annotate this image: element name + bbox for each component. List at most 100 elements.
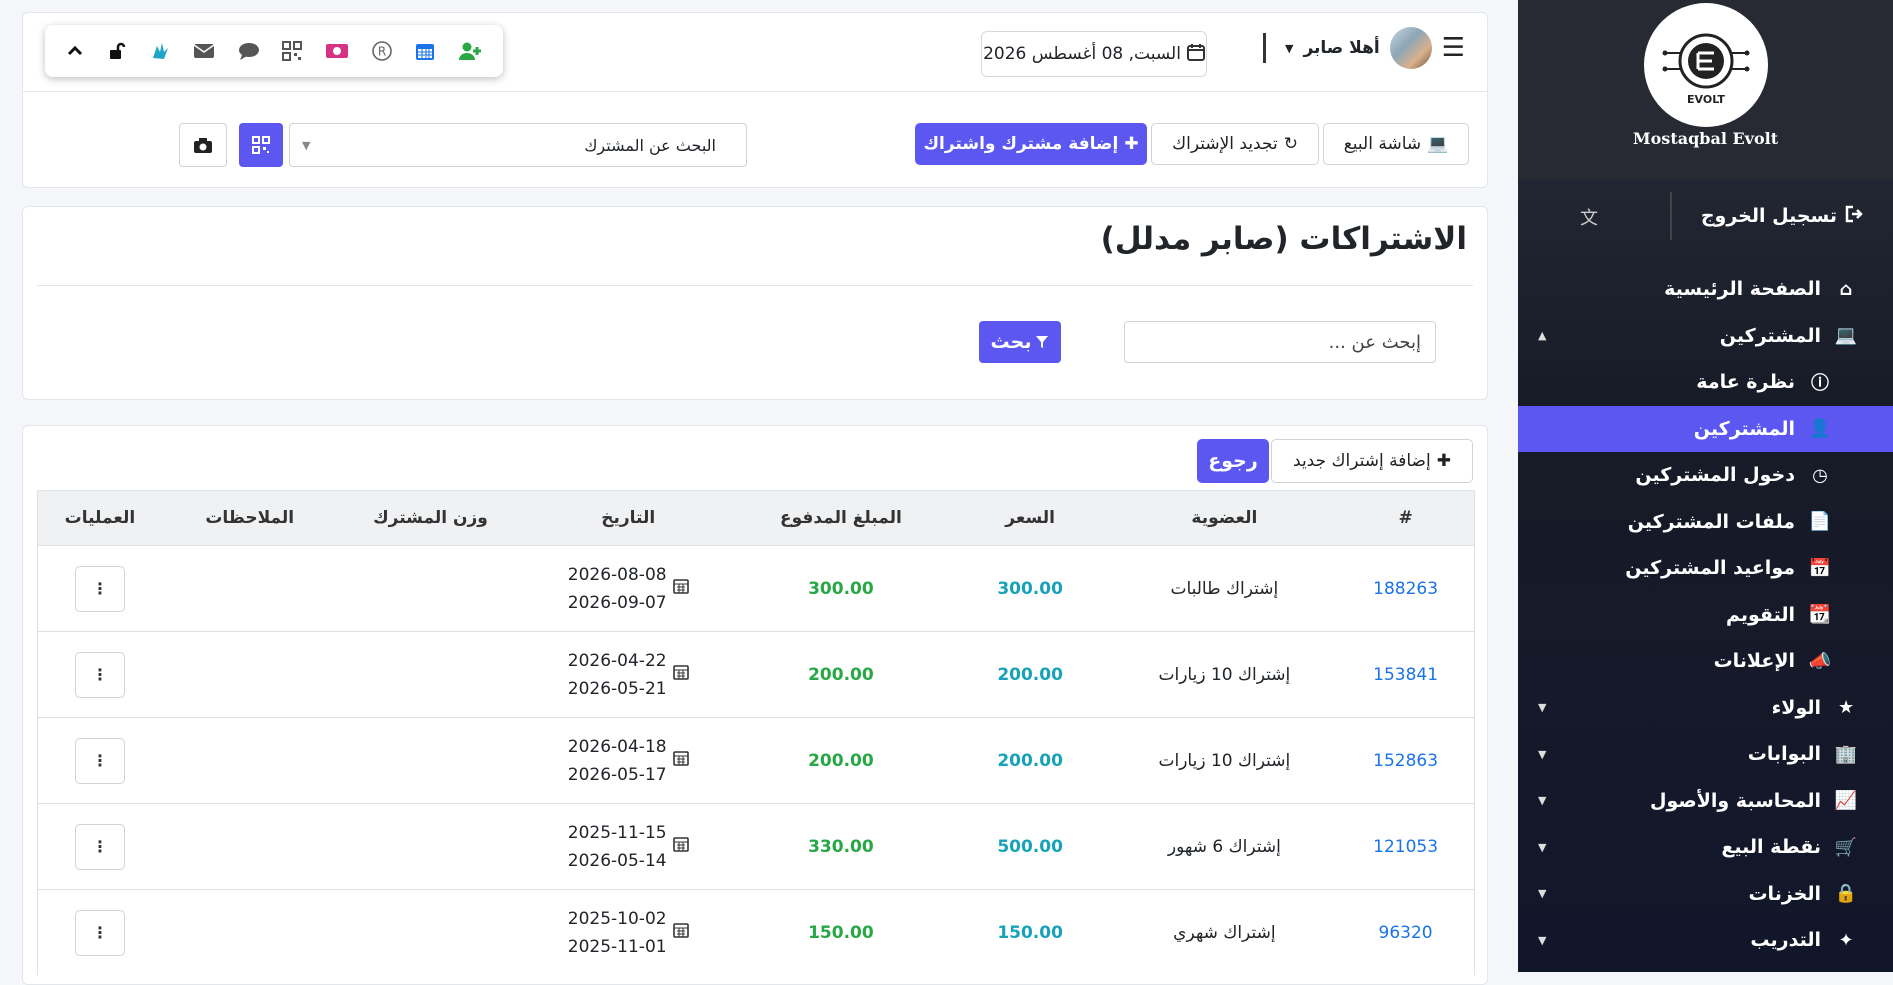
paid-value: 150.00 [808,922,874,943]
member-search-placeholder: البحث عن المشترك [584,135,716,155]
pos-screen-button[interactable]: 💻 شاشة البيع [1323,123,1469,165]
sidebar-item-3[interactable]: 👤 المشتركين [1518,405,1893,452]
pos-screen-label: شاشة البيع [1343,134,1422,154]
sidebar-item-1[interactable]: 💻 المشتركين ▲ [1518,313,1893,360]
sidebar-item-label: نظرة عامة [1696,371,1795,394]
subscription-id-cell[interactable]: 121053 [1337,804,1474,889]
calendar-icon [1186,43,1205,66]
sidebar-item-9[interactable]: ★ الولاء ▼ [1518,685,1893,732]
money-icon[interactable] [325,42,349,60]
table-row: 188263 إشتراك طالبات 300.00 300.00 2026-08-0… [38,545,1474,631]
paid-cell: 200.00 [733,632,949,717]
add-subscription-button[interactable]: ✚ إضافة إشتراك جديد [1271,439,1473,483]
row-actions-button[interactable]: ⋮ [74,651,125,698]
menu-toggle-icon[interactable]: ☰ [1442,33,1465,63]
add-member-subscription-button[interactable]: ✚ إضافة مشترك واشتراك [915,123,1147,165]
calendar-icon [672,922,689,943]
ellipsis-vertical-icon: ⋮ [91,579,108,598]
chevron-down-icon[interactable]: ▼ [1285,42,1293,55]
subscription-id-link[interactable]: 121053 [1373,837,1438,857]
user-plus-icon[interactable] [458,41,482,61]
column-header[interactable]: التاريخ [523,491,733,545]
sidebar-item-7[interactable]: 📆 التقويم [1518,592,1893,639]
sidebar-item-label: الخزنات [1748,882,1821,905]
laptop-icon: 💻 [1427,134,1449,154]
sidebar-item-label: المحاسبة والأصول [1649,789,1821,812]
page-title: الاشتراكات (صابر مدلل) [1100,221,1467,257]
paid-cell: 330.00 [733,804,949,889]
sign-language-icon[interactable] [149,40,171,62]
row-actions-button[interactable]: ⋮ [74,909,125,956]
table-body: 188263 إشتراك طالبات 300.00 300.00 2026-08-0… [38,545,1474,975]
subscriptions-card: ✚ إضافة إشتراك جديد رجوع # العضوية السعر… [22,425,1488,985]
calendar-icon[interactable] [415,41,435,61]
column-header[interactable]: الملاحظات [162,491,338,545]
logout-button[interactable]: تسجيل الخروج [1701,205,1865,228]
sidebar-item-label: نقطة البيع [1721,836,1821,859]
subscription-id-cell[interactable]: 152863 [1337,718,1474,803]
chevron-up-icon[interactable] [66,42,84,60]
sidebar-item-14[interactable]: ✦ التدريب ▼ [1518,917,1893,964]
brand-logo[interactable]: EVOLT [1643,3,1768,127]
sidebar-item-6[interactable]: 📅 مواعيد المشتركين [1518,545,1893,592]
price-cell: 200.00 [949,632,1112,717]
subscription-id-link[interactable]: 153841 [1373,665,1438,685]
sidebar-item-label: الولاء [1771,696,1821,719]
subscription-id-link[interactable]: 188263 [1373,579,1438,599]
filter-icon [1036,336,1049,348]
back-button[interactable]: رجوع [1197,439,1269,483]
row-actions-button[interactable]: ⋮ [74,823,125,870]
search-button[interactable]: بحث [979,321,1061,363]
subscription-id-link[interactable]: 152863 [1373,751,1438,771]
sidebar-item-11[interactable]: 📈 المحاسبة والأصول ▼ [1518,778,1893,825]
comment-icon[interactable] [238,41,260,61]
user-greeting[interactable]: أهلا صابر [1303,38,1379,58]
logout-divider [1670,192,1672,240]
calendar-icon [672,664,689,685]
logout-row: تسجيل الخروج 文 [1518,180,1893,252]
sidebar-item-12[interactable]: 🛒 نقطة البيع ▼ [1518,824,1893,871]
renew-subscription-button[interactable]: ↻ تجديد الإشتراك [1151,123,1319,165]
sidebar-item-8[interactable]: 📣 الإعلانات [1518,638,1893,685]
cart-icon: 🛒 [1834,836,1858,858]
member-search-select[interactable]: البحث عن المشترك ▼ [289,123,747,167]
end-date: 2026-05-21 [567,678,667,699]
sidebar-item-5[interactable]: 📄 ملفات المشتركين [1518,499,1893,546]
column-header[interactable]: # [1337,491,1474,545]
subscription-id-cell[interactable]: 96320 [1337,890,1474,975]
qr-scan-button[interactable] [239,123,283,167]
row-actions-button[interactable]: ⋮ [74,737,125,784]
envelope-icon[interactable] [193,42,215,60]
start-date: 2026-04-22 [567,650,667,671]
search-input[interactable]: إبحث عن ... [1124,321,1436,363]
column-header[interactable]: المبلغ المدفوع [733,491,949,545]
quick-toolbar: R [45,25,503,77]
column-header[interactable]: العمليات [38,491,162,545]
logout-label: تسجيل الخروج [1700,205,1837,227]
weight-cell [338,632,524,717]
user-menu[interactable]: ☰ أهلا صابر ▼ [1285,27,1465,69]
language-icon[interactable]: 文 [1580,204,1598,230]
avatar[interactable] [1389,27,1432,69]
sidebar-item-label: البوابات [1747,743,1821,766]
subscription-id-link[interactable]: 96320 [1379,923,1433,943]
sidebar-item-0[interactable]: ⌂ الصفحة الرئيسية [1518,266,1893,313]
camera-button[interactable] [179,123,227,167]
registered-icon[interactable]: R [371,40,393,62]
row-actions-button[interactable]: ⋮ [74,565,125,612]
sidebar-item-2[interactable]: ⓘ نظرة عامة [1518,359,1893,406]
plus-icon: ✚ [1124,134,1139,154]
weight-cell [338,804,524,889]
column-header[interactable]: وزن المشترك [338,491,524,545]
sidebar-item-4[interactable]: ◷ دخول المشتركين [1518,452,1893,499]
sidebar-item-10[interactable]: 🏢 البوابات ▼ [1518,731,1893,778]
unlock-icon[interactable] [107,41,127,61]
qrcode-icon[interactable] [282,41,303,61]
price-value: 200.00 [997,750,1063,771]
column-header[interactable]: العضوية [1112,491,1338,545]
column-header[interactable]: السعر [949,491,1112,545]
subscription-id-cell[interactable]: 153841 [1337,632,1474,717]
sidebar-item-13[interactable]: 🔒 الخزنات ▼ [1518,871,1893,918]
table-row: 96320 إشتراك شهري 150.00 150.00 2025-10-02 20… [38,889,1474,975]
subscription-id-cell[interactable]: 188263 [1337,546,1474,631]
